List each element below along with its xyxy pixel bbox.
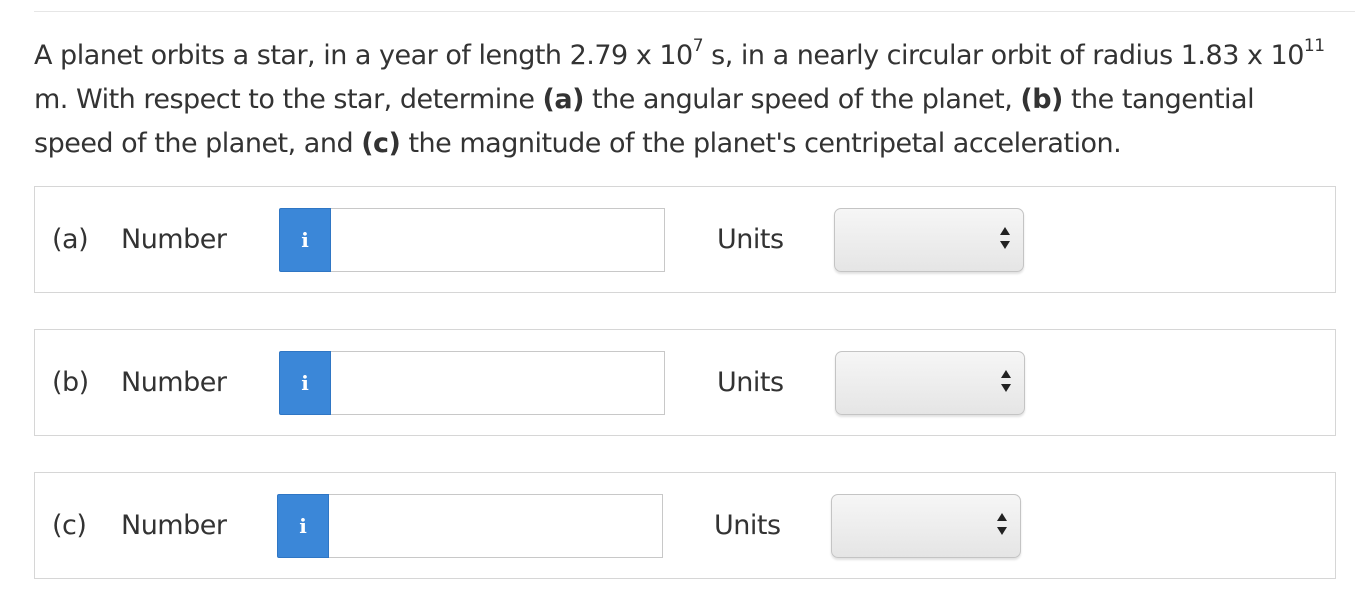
- info-icon: i: [301, 371, 309, 395]
- number-label: Number: [121, 510, 227, 541]
- number-label: Number: [121, 367, 227, 398]
- question-text-segment: s, in a nearly circular orbit of radius …: [703, 40, 1304, 71]
- units-select-b[interactable]: [835, 351, 1025, 415]
- question-text-segment: the magnitude of the planet's centripeta…: [400, 128, 1122, 159]
- updown-arrows-icon: [996, 513, 1008, 539]
- question-label-b: (b): [1020, 84, 1063, 115]
- info-icon: i: [299, 514, 307, 538]
- number-input-a[interactable]: [331, 208, 665, 272]
- units-select-c[interactable]: [831, 494, 1021, 558]
- part-letter: (b): [52, 367, 89, 398]
- info-icon: i: [301, 228, 309, 252]
- question-text-segment: m. With respect to the star, determine: [34, 84, 543, 115]
- info-button-c[interactable]: i: [277, 494, 329, 558]
- part-label-c: (c) Number: [52, 473, 227, 578]
- question-label-a: (a): [542, 84, 585, 115]
- units-label-c: Units: [714, 510, 781, 541]
- part-letter: (a): [52, 224, 89, 255]
- info-button-b[interactable]: i: [279, 351, 331, 415]
- info-button-a[interactable]: i: [279, 208, 331, 272]
- units-label-b: Units: [717, 367, 784, 398]
- units-label-a: Units: [717, 224, 784, 255]
- part-label-a: (a) Number: [52, 187, 227, 292]
- question-text-segment: A planet orbits a star, in a year of len…: [34, 40, 693, 71]
- exponent-radius: 11: [1303, 36, 1325, 56]
- answer-row-c: (c) Number i Units: [34, 472, 1336, 579]
- question-label-c: (c): [361, 128, 401, 159]
- updown-arrows-icon: [1000, 370, 1012, 396]
- number-label: Number: [121, 224, 227, 255]
- question-text: A planet orbits a star, in a year of len…: [34, 34, 1334, 166]
- units-select-a[interactable]: [834, 208, 1024, 272]
- number-input-b[interactable]: [331, 351, 665, 415]
- answer-row-b: (b) Number i Units: [34, 329, 1336, 436]
- part-letter: (c): [52, 510, 87, 541]
- answer-row-a: (a) Number i Units: [34, 186, 1336, 293]
- exponent-year: 7: [692, 36, 704, 56]
- part-label-b: (b) Number: [52, 330, 227, 435]
- top-divider: [34, 11, 1355, 12]
- updown-arrows-icon: [999, 227, 1011, 253]
- question-text-segment: the angular speed of the planet,: [583, 84, 1021, 115]
- number-input-c[interactable]: [329, 494, 663, 558]
